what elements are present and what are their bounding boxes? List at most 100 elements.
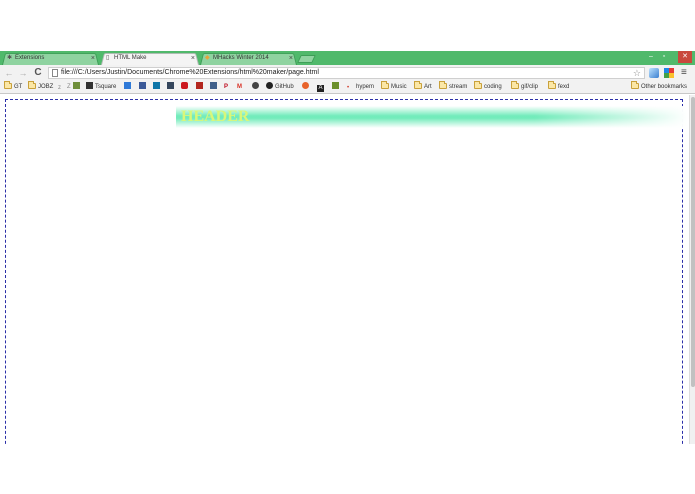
green-app-icon xyxy=(332,82,339,89)
maximize-button[interactable]: ▫ xyxy=(658,51,670,63)
zz-icon: z xyxy=(58,85,61,91)
a-app-icon: A xyxy=(317,85,324,92)
chrome-menu-icon[interactable]: ≡ xyxy=(681,67,687,79)
close-tab-icon[interactable]: × xyxy=(289,52,293,65)
dropbox-icon xyxy=(124,82,131,89)
bookmark-label: stream xyxy=(449,84,468,90)
tsquare-icon xyxy=(86,82,93,89)
close-window-button[interactable]: ✕ xyxy=(678,51,692,63)
github-icon xyxy=(266,82,273,89)
bookmark-label: Music xyxy=(391,84,407,90)
folder-icon xyxy=(439,81,447,89)
extension-icon[interactable] xyxy=(649,68,659,78)
bookmark-label: Z xyxy=(67,84,71,90)
address-bar[interactable]: file:///C:/Users/Justin/Documents/Chrome… xyxy=(48,67,645,79)
youtube-icon xyxy=(181,82,188,89)
minimize-button[interactable]: – xyxy=(645,51,657,63)
bookmark-label: Art xyxy=(424,84,432,90)
facebook-icon xyxy=(139,82,146,89)
folder-icon xyxy=(511,81,519,89)
close-tab-icon[interactable]: × xyxy=(191,52,195,65)
tab-label: HTML Make xyxy=(114,55,147,61)
bookmark-label: GT xyxy=(14,84,23,90)
bookmark-github[interactable]: GitHub xyxy=(266,82,294,92)
folder-icon xyxy=(631,81,639,89)
bookmark-a-app[interactable]: A xyxy=(317,82,326,92)
bookmark-pinterest[interactable]: P xyxy=(224,82,228,92)
folder-icon xyxy=(4,81,12,89)
puzzle-icon: ✱ xyxy=(7,55,13,61)
bookmark-label: Other bookmarks xyxy=(641,84,688,90)
pinterest-icon: P xyxy=(224,84,229,90)
vertical-scrollbar[interactable] xyxy=(689,95,695,444)
hypem-icon: • xyxy=(347,85,350,91)
bookmark-folder-jobz[interactable]: JOBZ xyxy=(28,81,54,92)
bookmark-label: JOBZ xyxy=(38,84,54,90)
check-icon xyxy=(73,82,80,89)
html-maker-canvas[interactable] xyxy=(5,99,683,444)
red-app-icon xyxy=(196,82,203,89)
bookmark-red-app[interactable] xyxy=(196,82,205,92)
bookmarks-bar: GT JOBZ zZ Tsquare P M GitHub A • hypem M… xyxy=(0,81,695,94)
back-button[interactable]: ← xyxy=(3,67,15,79)
folder-icon xyxy=(414,81,422,89)
linkedin-icon xyxy=(153,82,160,89)
tab-mhacks[interactable]: ◆ MHacks Winter 2014 × xyxy=(200,52,297,65)
other-bookmarks[interactable]: Other bookmarks xyxy=(631,81,688,92)
chart-app-icon xyxy=(210,82,217,89)
mhacks-icon: ◆ xyxy=(205,55,210,61)
reload-button[interactable]: C xyxy=(32,67,44,79)
new-tab-button[interactable] xyxy=(297,55,316,63)
bookmark-label: fexd xyxy=(558,84,570,90)
close-tab-icon[interactable]: × xyxy=(91,52,95,65)
tab-extensions[interactable]: ✱ Extensions × xyxy=(2,52,99,65)
screen: ✱ Extensions × ▯ HTML Make × ◆ MHacks Wi… xyxy=(0,0,695,494)
bookmark-reddit[interactable] xyxy=(252,82,261,92)
bookmark-folder-fexd[interactable]: fexd xyxy=(548,81,570,92)
page-icon xyxy=(52,69,58,77)
bookmark-label: coding xyxy=(484,84,502,90)
bookmark-label: Tsquare xyxy=(95,84,117,90)
bookmark-folder-music[interactable]: Music xyxy=(381,81,407,92)
bookmark-label: hypem xyxy=(356,84,375,90)
scrollbar-thumb[interactable] xyxy=(691,97,695,387)
bookmark-chart-app[interactable] xyxy=(210,82,219,92)
header-text: HEADER xyxy=(181,108,250,125)
folder-icon xyxy=(381,81,389,89)
tab-html-make[interactable]: ▯ HTML Make × xyxy=(101,52,199,65)
folder-icon xyxy=(474,81,482,89)
bookmark-folder-gt[interactable]: GT xyxy=(4,81,23,92)
bookmark-folder-gif-clip[interactable]: gif/clip xyxy=(511,81,539,92)
header-bar[interactable]: HEADER xyxy=(176,106,688,128)
bookmark-label: gif/clip xyxy=(521,84,539,90)
tumblr-icon xyxy=(167,82,174,89)
folder-icon xyxy=(28,81,36,89)
bookmark-check[interactable] xyxy=(73,82,82,92)
bookmark-tsquare[interactable]: Tsquare xyxy=(86,82,116,92)
bookmark-green-app[interactable] xyxy=(332,82,341,92)
tab-label: MHacks Winter 2014 xyxy=(213,55,269,61)
bookmark-folder-art[interactable]: Art xyxy=(414,81,432,92)
bookmark-youtube[interactable] xyxy=(181,82,190,92)
bookmark-orange-app[interactable] xyxy=(302,82,311,92)
reddit-icon xyxy=(252,82,259,89)
bookmark-hypem[interactable]: • hypem xyxy=(347,82,374,92)
bookmark-dropbox[interactable] xyxy=(124,82,133,92)
bookmark-label: GitHub xyxy=(275,84,294,90)
bookmark-star-icon[interactable]: ☆ xyxy=(633,67,641,79)
page-icon: ▯ xyxy=(106,55,110,61)
page-viewport: HEADER xyxy=(0,95,689,444)
bookmark-folder-stream[interactable]: stream xyxy=(439,81,468,92)
bookmark-gmail[interactable]: M xyxy=(237,82,242,92)
bookmark-folder-coding[interactable]: coding xyxy=(474,81,502,92)
forward-button[interactable]: → xyxy=(17,67,29,79)
url-text[interactable]: file:///C:/Users/Justin/Documents/Chrome… xyxy=(61,68,319,78)
folder-icon xyxy=(548,81,556,89)
bookmark-tumblr[interactable] xyxy=(167,82,176,92)
chrome-browser-window: ✱ Extensions × ▯ HTML Make × ◆ MHacks Wi… xyxy=(0,51,695,444)
tab-label: Extensions xyxy=(15,55,45,61)
color-extension-icon[interactable] xyxy=(664,68,674,78)
bookmark-zz[interactable]: zZ xyxy=(58,82,71,92)
bookmark-linkedin[interactable] xyxy=(153,82,162,92)
bookmark-facebook[interactable] xyxy=(139,82,148,92)
